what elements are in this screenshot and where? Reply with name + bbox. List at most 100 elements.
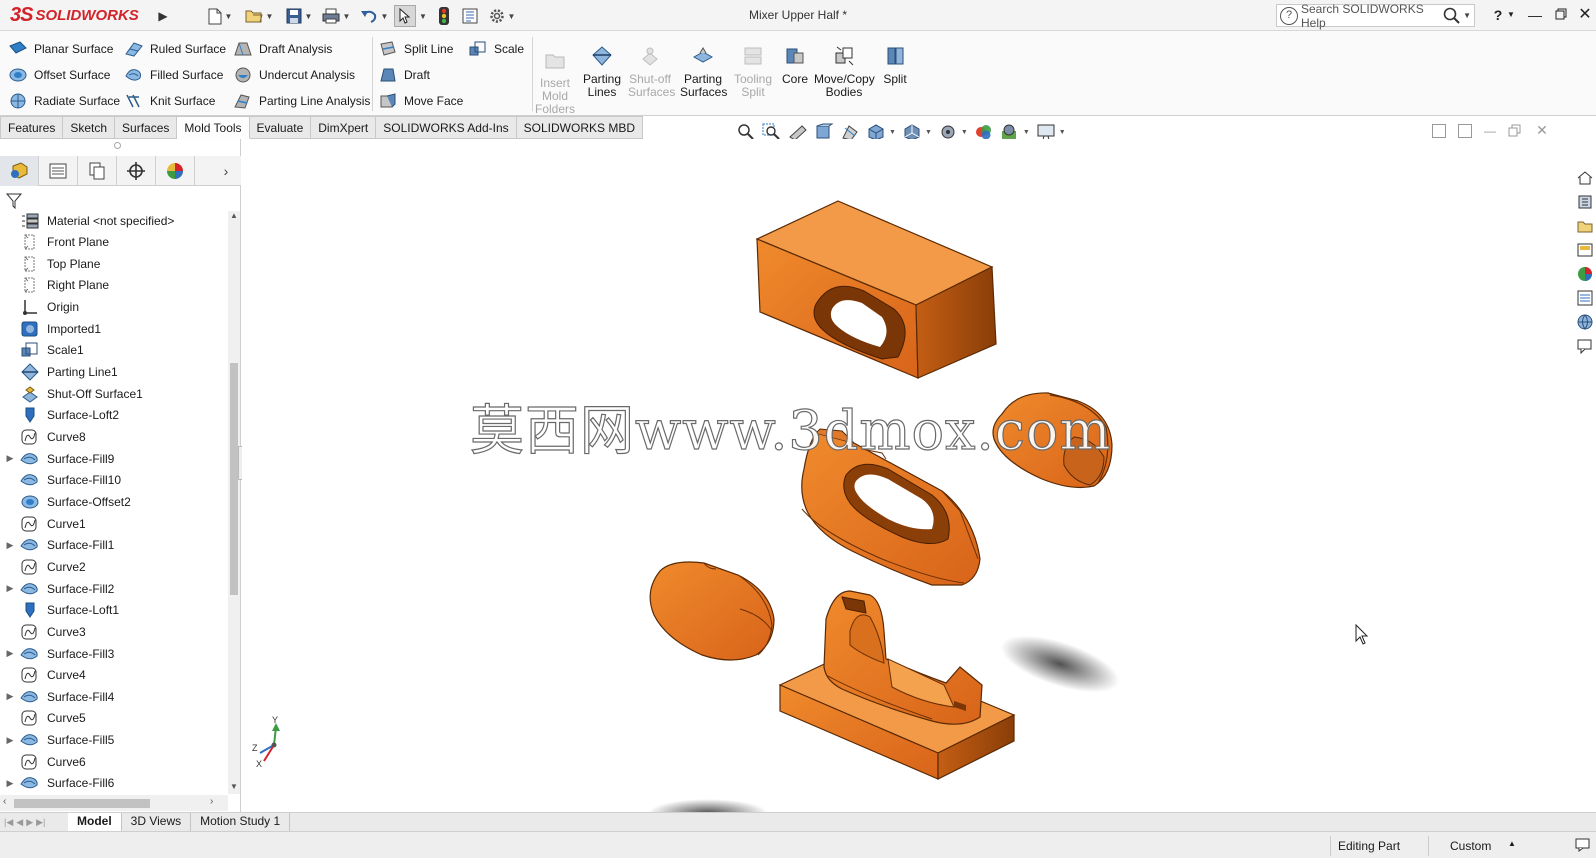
tab-feature-tree[interactable] bbox=[0, 156, 39, 186]
tree-node[interactable]: Curve8 bbox=[0, 427, 228, 448]
tree-node[interactable]: ▶ Surface-Fill2 bbox=[0, 578, 228, 599]
task-pane-appearances[interactable] bbox=[1574, 262, 1596, 286]
tree-node[interactable]: Parting Line1 bbox=[0, 362, 228, 383]
expand-arrow-icon[interactable]: ▶ bbox=[0, 453, 20, 464]
tree-node[interactable]: ▶ Surface-Fill1 bbox=[0, 535, 228, 556]
scroll-up-arrow-icon[interactable]: ▲ bbox=[230, 211, 238, 220]
parting-lines-button[interactable]: Parting Lines bbox=[582, 45, 622, 99]
search-dropdown-arrow[interactable]: ▼ bbox=[1463, 11, 1471, 20]
tree-node[interactable]: Front Plane bbox=[0, 232, 228, 253]
display-style-dropdown[interactable]: ▼ bbox=[925, 129, 932, 136]
task-pane-forum[interactable] bbox=[1574, 310, 1596, 334]
viewport-tile-right-button[interactable] bbox=[1458, 124, 1472, 138]
tree-node[interactable]: Curve1 bbox=[0, 513, 228, 534]
first-tab-arrow-icon[interactable]: |◀ bbox=[4, 817, 13, 828]
hide-show-dropdown[interactable]: ▼ bbox=[961, 129, 968, 136]
tooling-split-button[interactable]: Tooling Split bbox=[731, 45, 775, 99]
tree-node[interactable]: ▶ Surface-Fill9 bbox=[0, 448, 228, 469]
task-pane-chat[interactable] bbox=[1574, 334, 1596, 358]
tab-configuration-manager[interactable] bbox=[78, 156, 117, 186]
tree-node[interactable]: ▶ Surface-Fill3 bbox=[0, 643, 228, 664]
tree-vertical-scrollbar[interactable]: ▲ ▼ bbox=[228, 211, 240, 794]
scale-button[interactable]: Scale bbox=[468, 38, 524, 60]
solidworks-logo[interactable]: 3S SOLIDWORKS bbox=[10, 2, 139, 29]
options-button[interactable]: ▼ bbox=[484, 5, 520, 27]
shut-off-surfaces-button[interactable]: Shut-off Surfaces bbox=[628, 45, 675, 99]
tab-navigation-arrows[interactable]: |◀ ◀ ▶ ▶| bbox=[0, 813, 68, 831]
task-pane-resources[interactable] bbox=[1574, 190, 1596, 214]
restore-window-button[interactable] bbox=[1550, 5, 1572, 25]
tab-3d-views[interactable]: 3D Views bbox=[122, 813, 192, 831]
next-tab-arrow-icon[interactable]: ▶ bbox=[26, 817, 33, 828]
expand-arrow-icon[interactable]: ▶ bbox=[0, 648, 20, 659]
knit-surface-button[interactable]: Knit Surface bbox=[124, 90, 215, 112]
help-dropdown-arrow[interactable]: ▼ bbox=[1505, 5, 1517, 25]
expand-arrow-icon[interactable]: ▶ bbox=[0, 735, 20, 746]
search-icon[interactable] bbox=[1443, 7, 1461, 25]
task-pane-home[interactable] bbox=[1574, 166, 1596, 190]
viewport-minimize-button[interactable]: — bbox=[1483, 124, 1497, 138]
core-base-part[interactable] bbox=[778, 590, 1016, 780]
tree-vertical-scroll-thumb[interactable] bbox=[230, 363, 238, 595]
insert-mold-folders-button[interactable]: Insert Mold Folders bbox=[535, 49, 575, 116]
core-button[interactable]: Core bbox=[780, 45, 810, 86]
planar-surface-button[interactable]: Planar Surface bbox=[8, 38, 113, 60]
tab-surfaces[interactable]: Surfaces bbox=[115, 116, 178, 139]
tab-features[interactable]: Features bbox=[0, 116, 64, 139]
tab-dimxpert[interactable]: DimXpert bbox=[311, 116, 377, 139]
move-copy-bodies-button[interactable]: Move/Copy Bodies bbox=[814, 45, 875, 99]
new-document-button[interactable]: ▼ bbox=[203, 5, 237, 27]
shut-off-body-left[interactable] bbox=[649, 561, 775, 661]
radiate-surface-button[interactable]: Radiate Surface bbox=[8, 90, 120, 112]
tab-model[interactable]: Model bbox=[68, 813, 122, 831]
parting-line-analysis-button[interactable]: Parting Line Analysis bbox=[233, 90, 370, 112]
tab-solidworks-mbd[interactable]: SOLIDWORKS MBD bbox=[516, 116, 643, 139]
tree-node[interactable]: Surface-Loft1 bbox=[0, 600, 228, 621]
view-orientation-dropdown[interactable]: ▼ bbox=[889, 129, 896, 136]
viewport-restore-button[interactable] bbox=[1508, 124, 1522, 138]
draft-button[interactable]: Draft bbox=[378, 64, 430, 86]
rebuild-button[interactable] bbox=[436, 5, 452, 27]
tab-sketch[interactable]: Sketch bbox=[63, 116, 116, 139]
expand-arrow-icon[interactable]: ▶ bbox=[0, 778, 20, 789]
tree-node[interactable]: Curve3 bbox=[0, 621, 228, 642]
tab-dimxpert-manager[interactable] bbox=[117, 156, 156, 186]
close-window-button[interactable]: ✕ bbox=[1574, 5, 1596, 25]
tab-solidworks-add-ins[interactable]: SOLIDWORKS Add-Ins bbox=[376, 116, 517, 139]
expand-arrow-icon[interactable]: ▶ bbox=[0, 540, 20, 551]
tree-horizontal-scroll-thumb[interactable] bbox=[14, 799, 150, 808]
tree-node[interactable]: Imported1 bbox=[0, 318, 228, 339]
filled-surface-button[interactable]: Filled Surface bbox=[124, 64, 223, 86]
scroll-right-arrow-icon[interactable]: › bbox=[210, 796, 213, 807]
undo-button[interactable]: ▼ bbox=[356, 5, 392, 27]
graphics-area[interactable]: Y Z X bbox=[242, 139, 1572, 812]
tree-node[interactable]: Right Plane bbox=[0, 275, 228, 296]
search-box[interactable]: ? Search SOLIDWORKS Help ▼ bbox=[1276, 2, 1475, 30]
tree-node[interactable]: ▶ Surface-Fill5 bbox=[0, 730, 228, 751]
open-document-button[interactable]: ▼ bbox=[241, 5, 277, 27]
tree-node[interactable]: Curve2 bbox=[0, 556, 228, 577]
panel-splitter-handle[interactable] bbox=[114, 142, 121, 149]
tree-node[interactable]: Surface-Offset2 bbox=[0, 491, 228, 512]
cavity-block[interactable] bbox=[755, 200, 997, 379]
task-pane-custom-properties[interactable] bbox=[1574, 286, 1596, 310]
panel-tabs-more-arrow[interactable]: › bbox=[211, 156, 241, 186]
tree-node[interactable]: Surface-Fill10 bbox=[0, 470, 228, 491]
tab-display-manager[interactable] bbox=[156, 156, 195, 186]
move-face-button[interactable]: Move Face bbox=[378, 90, 463, 112]
task-pane-file-explorer[interactable] bbox=[1574, 238, 1596, 262]
apply-scene-dropdown[interactable]: ▼ bbox=[1023, 129, 1030, 136]
draft-analysis-button[interactable]: Draft Analysis bbox=[233, 38, 332, 60]
undercut-analysis-button[interactable]: Undercut Analysis bbox=[233, 64, 355, 86]
tree-node[interactable]: Curve6 bbox=[0, 751, 228, 772]
tree-node[interactable]: Top Plane bbox=[0, 253, 228, 274]
menu-expand-arrow-icon[interactable]: ▶ bbox=[156, 5, 170, 27]
offset-surface-button[interactable]: Offset Surface bbox=[8, 64, 110, 86]
tab-evaluate[interactable]: Evaluate bbox=[249, 116, 312, 139]
search-input[interactable]: Search SOLIDWORKS Help bbox=[1301, 2, 1443, 30]
tree-horizontal-scrollbar[interactable]: ‹ › bbox=[0, 795, 228, 811]
unit-system-arrow-icon[interactable]: ▲ bbox=[1508, 839, 1516, 848]
select-dropdown-arrow[interactable]: ▼ bbox=[417, 5, 429, 27]
tab-property-manager[interactable] bbox=[39, 156, 78, 186]
prev-tab-arrow-icon[interactable]: ◀ bbox=[16, 817, 23, 828]
